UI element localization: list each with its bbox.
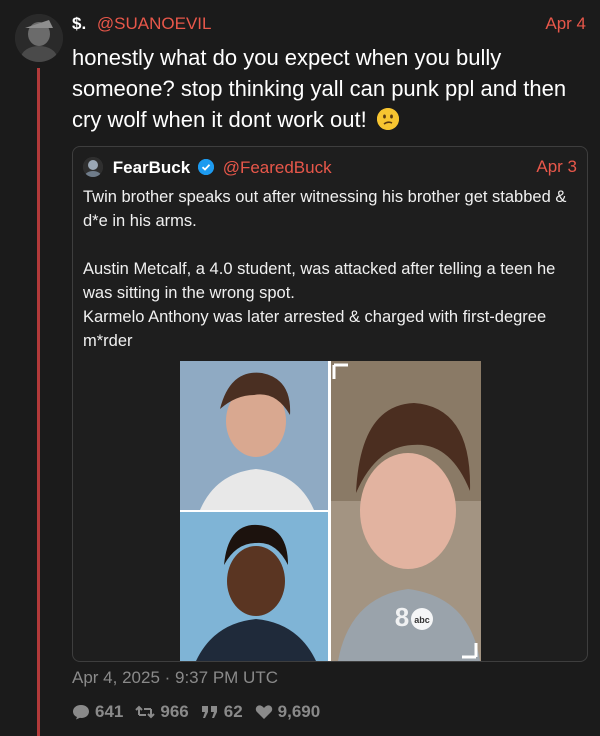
verified-badge-icon	[197, 159, 214, 175]
reply-count: 641	[95, 702, 124, 721]
confused-face-emoji-icon	[376, 108, 399, 130]
tweet-stats: 641 966 62 9,690	[72, 700, 332, 724]
tweet-header: $. @SUANOEVIL Apr 4	[72, 14, 586, 38]
retweet-count: 966	[160, 702, 189, 721]
quoted-paragraph-1: Twin brother speaks out after witnessing…	[83, 188, 567, 230]
quoted-paragraph-2-line-1: Austin Metcalf, a 4.0 student, was attac…	[83, 260, 556, 302]
tweet-date[interactable]: Apr 4	[545, 14, 586, 34]
author-avatar[interactable]	[15, 14, 63, 62]
quoted-tweet-body: Twin brother speaks out after witnessing…	[83, 185, 578, 353]
reply-icon	[73, 705, 89, 720]
heart-icon	[255, 705, 272, 719]
thread-line	[37, 68, 40, 736]
reply-stat[interactable]: 641	[72, 702, 123, 722]
quoted-tweet-date[interactable]: Apr 3	[536, 157, 577, 177]
retweet-icon	[135, 705, 156, 719]
like-count: 9,690	[277, 702, 321, 721]
quote-count: 62	[223, 702, 243, 721]
author-handle[interactable]: @SUANOEVIL	[97, 14, 212, 33]
quote-icon	[201, 706, 217, 718]
quoted-author-display-name[interactable]: FearBuck	[113, 158, 190, 177]
tweet-timestamp[interactable]: Apr 4, 2025 · 9:37 PM UTC	[72, 668, 278, 688]
tweet-text-content: honestly what do you expect when you bul…	[72, 45, 567, 132]
quote-stat[interactable]: 62	[201, 702, 243, 722]
tweet-text: honestly what do you expect when you bul…	[72, 42, 582, 135]
quoted-author-avatar[interactable]	[83, 157, 103, 177]
quoted-tweet-header: FearBuck @FearedBuck Apr 3	[83, 157, 577, 179]
quoted-paragraph-2-line-2: Karmelo Anthony was later arrested & cha…	[83, 308, 547, 350]
quoted-tweet[interactable]: FearBuck @FearedBuck Apr 3 Twin brother …	[72, 146, 588, 662]
author-display-name[interactable]: $.	[72, 14, 86, 33]
svg-text:8: 8	[395, 602, 409, 632]
quoted-author-handle[interactable]: @FearedBuck	[223, 158, 332, 177]
quoted-media-image[interactable]: abc 8	[180, 361, 481, 661]
media-watermark-text: abc	[414, 615, 430, 625]
retweet-stat[interactable]: 966	[135, 702, 189, 722]
like-stat[interactable]: 9,690	[255, 702, 321, 722]
